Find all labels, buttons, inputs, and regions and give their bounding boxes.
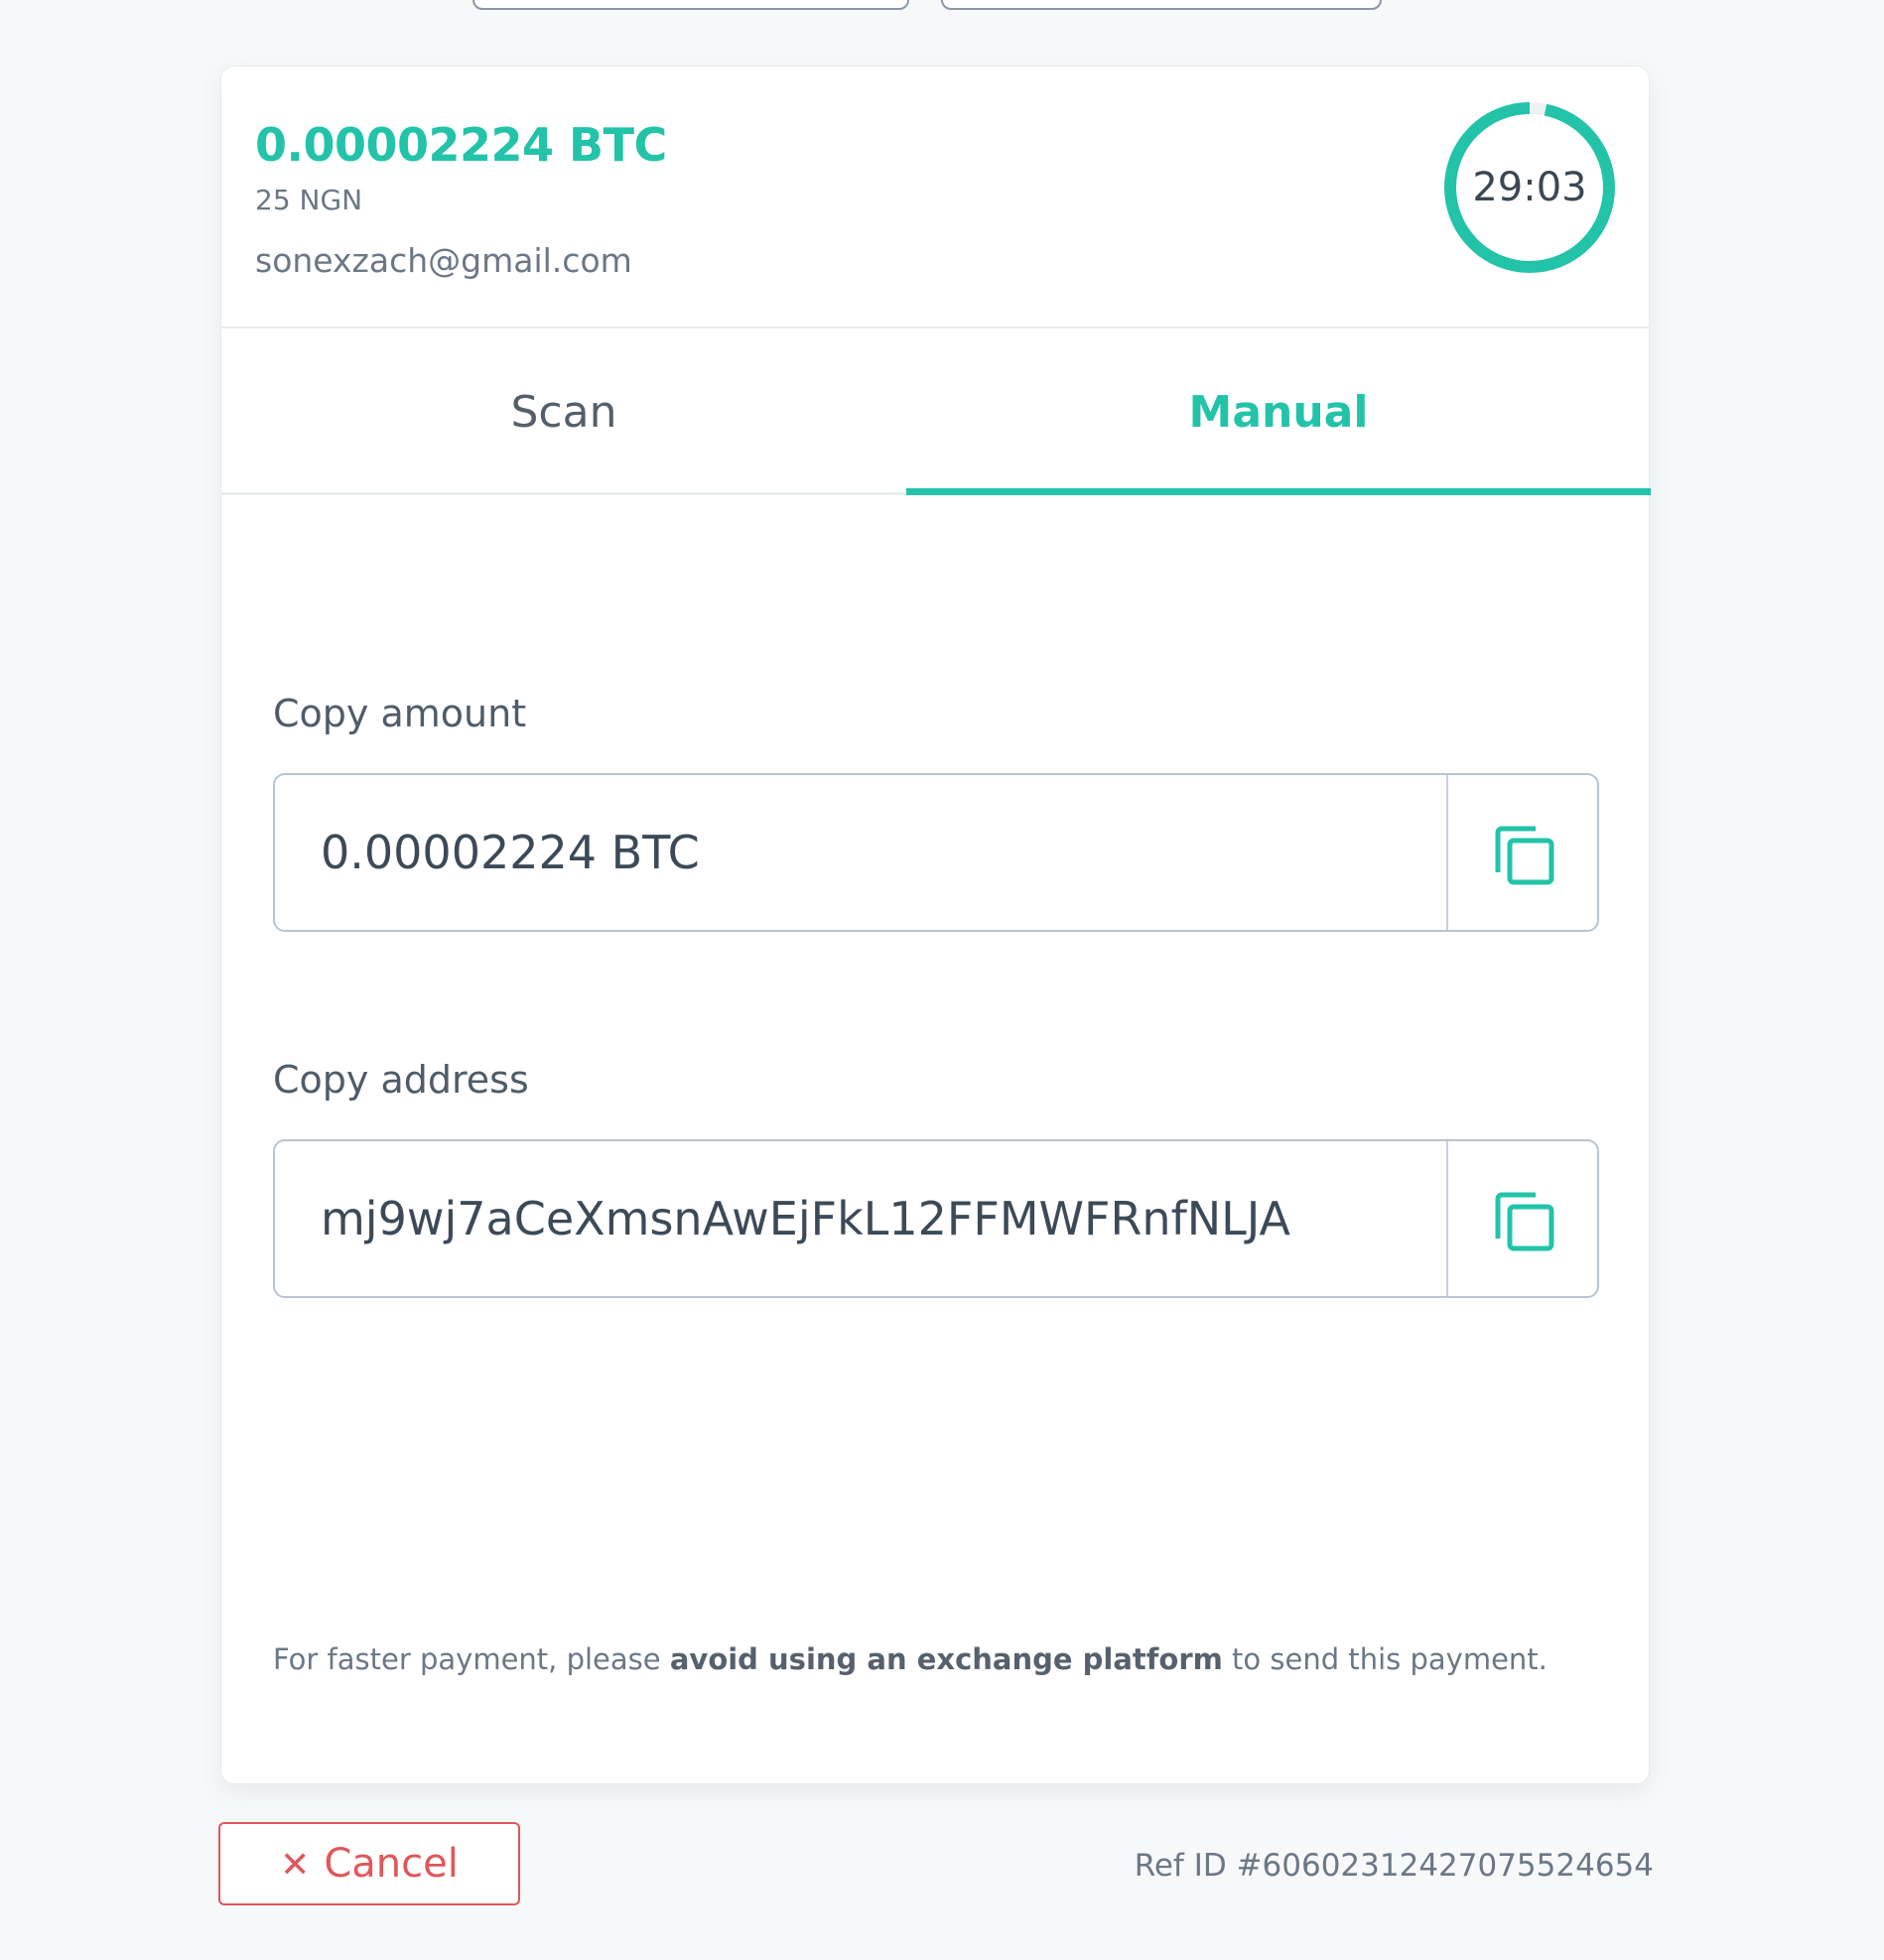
copy-amount-label: Copy amount <box>273 692 527 735</box>
active-tab-indicator <box>906 488 1651 495</box>
payment-summary: 0.00002224 BTC 25 NGN sonexzach@gmail.co… <box>221 66 1649 328</box>
copy-icon <box>1495 1192 1554 1251</box>
fiat-amount: 25 NGN <box>255 184 363 216</box>
payment-card: 0.00002224 BTC 25 NGN sonexzach@gmail.co… <box>220 65 1651 1784</box>
copy-amount-button[interactable] <box>1446 775 1597 930</box>
close-icon: ✕ <box>280 1845 311 1886</box>
countdown-timer: 29:03 <box>1442 100 1617 275</box>
countdown-text: 29:03 <box>1472 165 1587 210</box>
previous-section-button-left <box>472 0 909 10</box>
cancel-button[interactable]: ✕ Cancel <box>218 1822 520 1905</box>
amount-field: 0.00002224 BTC <box>273 773 1599 932</box>
copy-address-label: Copy address <box>273 1058 529 1102</box>
copy-icon <box>1495 826 1554 885</box>
payment-method-tabs: Scan Manual <box>221 328 1651 495</box>
address-field: mj9wj7aCeXmsnAwEjFkL12FFMWFRnfNLJA <box>273 1139 1599 1298</box>
previous-section-button-right <box>941 0 1382 10</box>
crypto-amount: 0.00002224 BTC <box>255 118 667 172</box>
reference-id: Ref ID #6060231242707552465​4 <box>1134 1848 1654 1884</box>
payment-notice: For faster payment, please avoid using a… <box>273 1642 1548 1676</box>
notice-prefix: For faster payment, please <box>273 1642 670 1676</box>
customer-email: sonexzach@gmail.com <box>255 241 632 280</box>
notice-emphasis: avoid using an exchange platform <box>669 1642 1223 1676</box>
tab-scan[interactable]: Scan <box>221 328 906 495</box>
copy-address-button[interactable] <box>1446 1141 1597 1296</box>
notice-suffix: to send this payment. <box>1222 1642 1548 1676</box>
cancel-label: Cancel <box>324 1841 459 1887</box>
amount-value[interactable]: 0.00002224 BTC <box>321 775 700 930</box>
tab-manual[interactable]: Manual <box>906 328 1651 495</box>
address-value[interactable]: mj9wj7aCeXmsnAwEjFkL12FFMWFRnfNLJA <box>321 1141 1290 1296</box>
